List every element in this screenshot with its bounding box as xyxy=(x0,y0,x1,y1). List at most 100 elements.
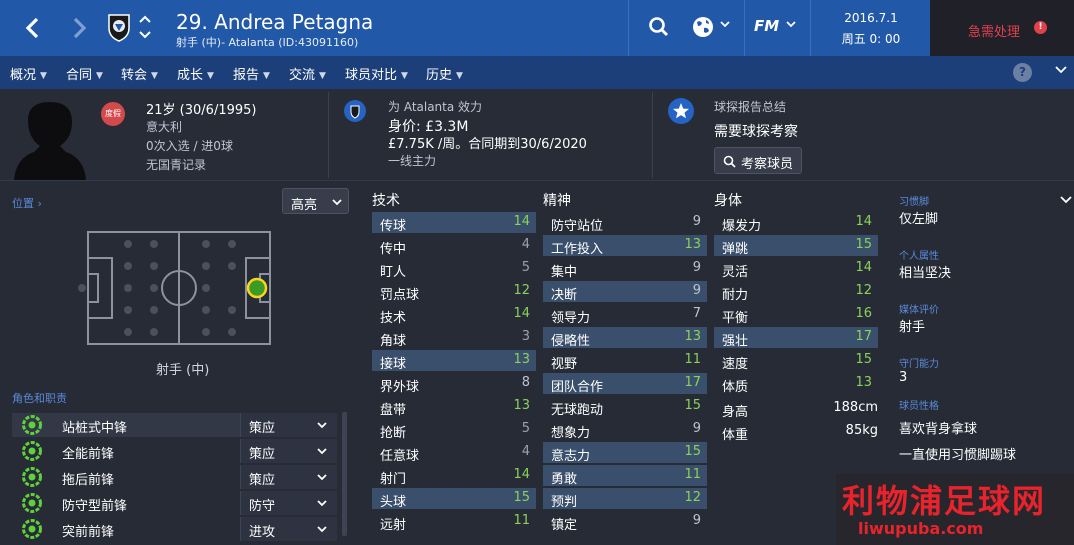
club-line[interactable]: 为 Atalanta 效力 xyxy=(388,98,482,115)
menu-bar: 概况 ▼ 合同 ▼ 转会 ▼ 成长 ▼ 报告 ▼ 交流 ▼ 球员对比 ▼ 历史 ▼ ? xyxy=(0,56,1074,91)
chevron-down-icon[interactable] xyxy=(720,20,730,28)
attribute-row[interactable]: 决断 9 xyxy=(543,281,707,303)
attribute-row[interactable]: 射门 14 xyxy=(372,465,536,487)
attribute-row[interactable]: 速度 15 xyxy=(714,350,878,372)
duty-dropdown[interactable]: 防守 xyxy=(240,491,337,515)
attribute-row[interactable]: 盘带 13 xyxy=(372,396,536,418)
attribute-row[interactable]: 防守站位 9 xyxy=(543,212,707,234)
attribute-value: 5 xyxy=(521,260,530,275)
attribute-row[interactable]: 强壮 17 xyxy=(714,327,878,349)
attribute-row[interactable]: 抢断 5 xyxy=(372,419,536,441)
attribute-row[interactable]: 镇定 9 xyxy=(543,511,707,533)
search-icon[interactable] xyxy=(646,14,672,40)
attribute-row[interactable]: 远射 11 xyxy=(372,511,536,533)
role-rating-icon xyxy=(22,441,42,461)
role-name: 突前前锋 xyxy=(62,525,115,540)
globe-icon[interactable] xyxy=(690,14,716,40)
attribute-row[interactable]: 想象力 9 xyxy=(543,419,707,441)
media-title: 媒体评价 xyxy=(899,305,939,316)
attribute-row[interactable]: 任意球 4 xyxy=(372,442,536,464)
menu-compare[interactable]: 球员对比 ▼ xyxy=(345,64,408,83)
attribute-row[interactable]: 工作投入 13 xyxy=(543,235,707,257)
attribute-row[interactable]: 体质 13 xyxy=(714,373,878,395)
duty-dropdown[interactable]: 策应 xyxy=(240,413,337,437)
role-row[interactable]: 站桩式中锋 策应 xyxy=(12,413,337,437)
highlight-dropdown[interactable]: 高亮 xyxy=(282,188,349,214)
duty-dropdown[interactable]: 策应 xyxy=(240,465,337,489)
attribute-row[interactable]: 集中 9 xyxy=(543,258,707,280)
attribute-name: 盘带 xyxy=(380,403,407,418)
attribute-row[interactable]: 角球 3 xyxy=(372,327,536,349)
attribute-value: 12 xyxy=(684,490,701,505)
menu-history[interactable]: 历史 ▼ xyxy=(426,64,463,83)
role-row[interactable]: 拖后前锋 策应 xyxy=(12,465,337,489)
attribute-value: 13 xyxy=(684,329,701,344)
attribute-name: 接球 xyxy=(380,357,407,372)
attribute-row[interactable]: 勇敢 11 xyxy=(543,465,707,487)
attribute-row[interactable]: 接球 13 xyxy=(372,350,536,372)
attribute-row[interactable]: 盯人 5 xyxy=(372,258,536,280)
holiday-badge: 度假 xyxy=(101,102,125,126)
watermark-url: liwupuba.com xyxy=(858,519,984,538)
fm-logo[interactable]: FM xyxy=(754,17,779,35)
attribute-row[interactable]: 无球跑动 15 xyxy=(543,396,707,418)
attribute-name: 强壮 xyxy=(722,334,749,349)
menu-development[interactable]: 成长 ▼ xyxy=(177,64,214,83)
attribute-name: 体质 xyxy=(722,380,749,395)
attribute-name: 技术 xyxy=(380,311,407,326)
scout-title: 球探报告总结 xyxy=(714,100,787,114)
attribute-name: 镇定 xyxy=(551,518,578,533)
traits-title: 球员性格 xyxy=(899,401,939,412)
attribute-row[interactable]: 意志力 15 xyxy=(543,442,707,464)
menu-contract[interactable]: 合同 ▼ xyxy=(66,64,103,83)
attribute-row[interactable]: 界外球 8 xyxy=(372,373,536,395)
role-row[interactable]: 全能前锋 策应 xyxy=(12,439,337,463)
attribute-row[interactable]: 领导力 7 xyxy=(543,304,707,326)
urgent-button[interactable]: 急需处理 ! xyxy=(930,0,1074,56)
attribute-row[interactable]: 侵略性 13 xyxy=(543,327,707,349)
attribute-value: 12 xyxy=(513,283,530,298)
menu-interaction[interactable]: 交流 ▼ xyxy=(289,64,326,83)
duty-dropdown[interactable]: 策应 xyxy=(240,439,337,463)
attribute-row[interactable]: 爆发力 14 xyxy=(714,212,878,234)
help-icon[interactable]: ? xyxy=(1013,63,1032,82)
duty-dropdown[interactable]: 进攻 xyxy=(240,517,337,541)
attribute-row[interactable]: 传球 14 xyxy=(372,212,536,234)
attribute-row[interactable]: 罚点球 12 xyxy=(372,281,536,303)
attribute-name: 团队合作 xyxy=(551,380,604,395)
attribute-row[interactable]: 预判 12 xyxy=(543,488,707,510)
attribute-row[interactable]: 头球 15 xyxy=(372,488,536,510)
menu-transfer[interactable]: 转会 ▼ xyxy=(121,64,158,83)
game-date[interactable]: 2016.7.1 周五 0: 00 xyxy=(812,0,930,56)
attribute-row[interactable]: 平衡 16 xyxy=(714,304,878,326)
player-switch-arrows-icon[interactable] xyxy=(138,13,152,41)
attribute-name: 速度 xyxy=(722,357,749,372)
attribute-row[interactable]: 团队合作 17 xyxy=(543,373,707,395)
scout-button-label: 考察球员 xyxy=(741,157,794,172)
role-row[interactable]: 防守型前锋 防守 xyxy=(12,491,337,515)
attribute-row[interactable]: 技术 14 xyxy=(372,304,536,326)
attribute-row[interactable]: 弹跳 15 xyxy=(714,235,878,257)
attribute-row[interactable]: 灵活 14 xyxy=(714,258,878,280)
attribute-name: 侵略性 xyxy=(551,334,591,349)
back-icon[interactable] xyxy=(16,12,48,44)
attribute-row[interactable]: 耐力 12 xyxy=(714,281,878,303)
weight-label: 体重 xyxy=(722,428,749,443)
chevron-down-icon[interactable] xyxy=(1060,195,1072,204)
menu-overview[interactable]: 概况 ▼ xyxy=(10,64,47,91)
roles-scrollbar[interactable] xyxy=(342,412,347,536)
attribute-row[interactable]: 传中 4 xyxy=(372,235,536,257)
chevron-down-icon[interactable] xyxy=(786,20,796,28)
club-crest-icon[interactable] xyxy=(106,12,132,42)
position-title[interactable]: 位置 › xyxy=(12,195,42,211)
role-row[interactable]: 突前前锋 进攻 xyxy=(12,517,337,541)
attribute-name: 弹跳 xyxy=(722,242,749,257)
forward-icon[interactable] xyxy=(64,12,96,44)
menu-reports[interactable]: 报告 ▼ xyxy=(233,64,270,83)
nation-text[interactable]: 意大利 xyxy=(146,118,182,135)
attribute-name: 视野 xyxy=(551,357,578,372)
search-icon xyxy=(723,155,736,168)
chevron-down-icon[interactable] xyxy=(1055,65,1067,75)
scout-player-button[interactable]: 考察球员 xyxy=(714,147,802,174)
attribute-row[interactable]: 视野 11 xyxy=(543,350,707,372)
